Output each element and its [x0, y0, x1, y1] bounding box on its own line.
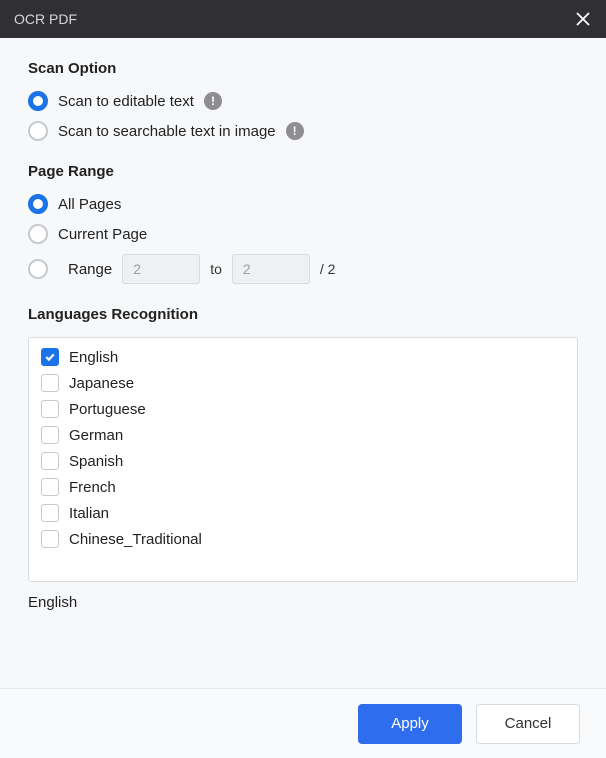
language-checkbox[interactable] — [41, 348, 59, 366]
language-item[interactable]: English — [29, 344, 577, 370]
language-checkbox[interactable] — [41, 478, 59, 496]
range-label: Range — [68, 261, 112, 278]
language-label: Portuguese — [69, 401, 146, 418]
language-checkbox[interactable] — [41, 504, 59, 522]
apply-button[interactable]: Apply — [358, 704, 462, 744]
language-item[interactable]: French — [29, 474, 577, 500]
language-checkbox[interactable] — [41, 530, 59, 548]
language-label: Japanese — [69, 375, 134, 392]
dialog-footer: Apply Cancel — [0, 688, 606, 758]
current-page-label: Current Page — [58, 226, 147, 243]
language-checkbox[interactable] — [41, 426, 59, 444]
scan-option-label: Scan to editable text — [58, 93, 194, 110]
scan-option-label: Scan to searchable text in image — [58, 123, 276, 140]
radio-all-pages[interactable] — [28, 194, 48, 214]
language-item[interactable]: Chinese_Traditional — [29, 526, 577, 552]
page-range-current[interactable]: Current Page — [28, 224, 578, 244]
scan-option-title: Scan Option — [28, 60, 578, 77]
scan-option-0[interactable]: Scan to editable text! — [28, 91, 578, 111]
all-pages-label: All Pages — [58, 196, 121, 213]
language-item[interactable]: Japanese — [29, 370, 577, 396]
language-item[interactable]: German — [29, 422, 577, 448]
radio-range[interactable] — [28, 259, 48, 279]
language-checkbox[interactable] — [41, 374, 59, 392]
range-to-label: to — [210, 261, 222, 277]
page-range-title: Page Range — [28, 163, 578, 180]
language-label: German — [69, 427, 123, 444]
language-label: Spanish — [69, 453, 123, 470]
languages-list[interactable]: English Japanese Portuguese German Spanish Fr… — [28, 337, 578, 582]
page-range-custom[interactable]: Range 2 to 2 / 2 — [28, 254, 578, 284]
language-label: Chinese_Traditional — [69, 531, 202, 548]
cancel-button[interactable]: Cancel — [476, 704, 580, 744]
language-item[interactable]: Portuguese — [29, 396, 577, 422]
scan-option-1[interactable]: Scan to searchable text in image! — [28, 121, 578, 141]
selected-languages-summary: English — [28, 594, 578, 611]
range-from-input[interactable]: 2 — [122, 254, 200, 284]
language-label: French — [69, 479, 116, 496]
language-checkbox[interactable] — [41, 452, 59, 470]
language-item[interactable]: Spanish — [29, 448, 577, 474]
dialog-title: OCR PDF — [14, 11, 574, 27]
languages-title: Languages Recognition — [28, 306, 578, 323]
radio-scan-option-0[interactable] — [28, 91, 48, 111]
language-checkbox[interactable] — [41, 400, 59, 418]
language-label: Italian — [69, 505, 109, 522]
radio-scan-option-1[interactable] — [28, 121, 48, 141]
range-to-input[interactable]: 2 — [232, 254, 310, 284]
range-total: / 2 — [320, 261, 336, 277]
close-button[interactable] — [574, 10, 592, 28]
close-icon — [575, 11, 591, 27]
titlebar: OCR PDF — [0, 0, 606, 38]
language-item[interactable]: Italian — [29, 500, 577, 526]
page-range-all[interactable]: All Pages — [28, 194, 578, 214]
language-label: English — [69, 349, 118, 366]
radio-current-page[interactable] — [28, 224, 48, 244]
info-icon[interactable]: ! — [286, 122, 304, 140]
info-icon[interactable]: ! — [204, 92, 222, 110]
